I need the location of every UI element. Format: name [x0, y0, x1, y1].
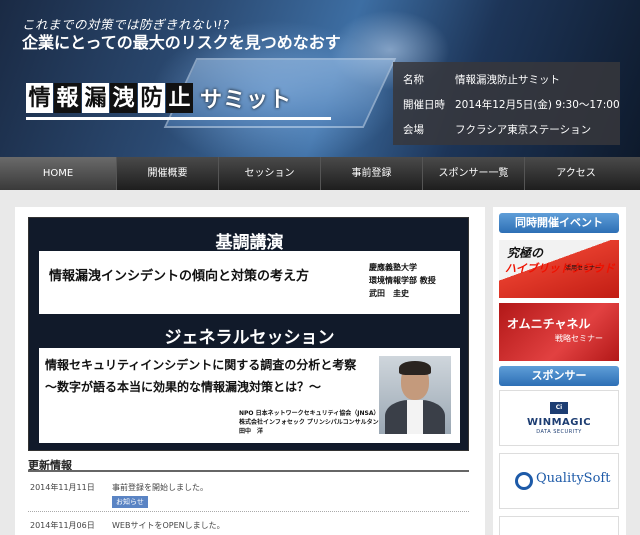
speaker-line: 武田 圭史 — [369, 289, 409, 298]
news-date: 2014年11月11日 — [30, 483, 95, 492]
title-line: 情報セキュリティインシデントに関する調査の分析と考察 — [45, 358, 357, 372]
logo-char: 防 — [138, 83, 165, 113]
banner-text: 戦略セミナー — [555, 334, 603, 343]
speaker-line: 環境情報学部 教授 — [369, 276, 436, 285]
logo-char: 洩 — [110, 83, 137, 113]
logo-kana: サミット — [200, 88, 293, 113]
banner-text: 活用セミナー — [565, 265, 602, 272]
info-label: 開催日時 — [403, 99, 445, 111]
speaker-name: 田中 洋 — [239, 428, 264, 435]
news-date: 2014年11月06日 — [30, 521, 95, 530]
info-value: フクラシア東京ステーション — [455, 124, 592, 136]
logo-char: 漏 — [82, 83, 109, 113]
omnichannel-seminar-banner[interactable]: オムニチャネル 戦略セミナー — [499, 303, 619, 361]
sponsor-name: WINMAGIC — [526, 417, 592, 428]
winmagic-icon: Ci — [550, 402, 568, 414]
general-session-title: 情報セキュリティインシデントに関する調査の分析と考察 ～数字が語る本当に効果的な… — [45, 354, 356, 398]
winmagic-logo[interactable]: Ci WINMAGIC DATA SECURITY — [499, 390, 619, 446]
speaker-photo — [379, 356, 451, 434]
title-line: ～数字が語る本当に効果的な情報漏洩対策とは？～ — [45, 380, 322, 394]
sponsor-sub: DATA SECURITY — [536, 429, 582, 435]
divider — [28, 470, 469, 472]
general-session-heading: ジェネラルセッション — [164, 328, 335, 348]
speaker-title: 株式会社インフォセック プリンシパルコンサルタント — [239, 419, 385, 426]
sponsor-heading: スポンサー — [499, 366, 619, 386]
nav-item-register[interactable]: 事前登録 — [321, 157, 423, 190]
logo-char: 止 — [166, 83, 193, 113]
logo-char: 情 — [26, 83, 53, 113]
nav-item-home[interactable]: HOME — [0, 157, 117, 190]
news-badge: お知らせ — [112, 496, 148, 508]
sessions-banner[interactable]: 基調講演 情報漏洩インシデントの傾向と対策の考え方 慶應義塾大学 環境情報学部 … — [28, 217, 469, 451]
info-label: 会場 — [403, 124, 424, 136]
event-info-box: 名称 情報漏洩防止サミット 開催日時 2014年12月5日(金) 9:30～17… — [393, 62, 620, 145]
keynote-heading: 基調講演 — [215, 233, 284, 253]
nav-item-access[interactable]: アクセス — [525, 157, 627, 190]
speaker-line: 慶應義塾大学 — [369, 263, 417, 272]
info-value: 2014年12月5日(金) 9:30～17:00 — [455, 99, 620, 111]
keynote-title: 情報漏洩インシデントの傾向と対策の考え方 — [49, 269, 310, 284]
keynote-box: 情報漏洩インシデントの傾向と対策の考え方 慶應義塾大学 環境情報学部 教授 武田… — [39, 251, 460, 314]
qualitysoft-logo[interactable]: QualitySoft — [499, 453, 619, 509]
site-logo[interactable]: 情 報 漏 洩 防 止 サミット — [26, 82, 292, 114]
nav-item-overview[interactable]: 開催概要 — [117, 157, 219, 190]
main-nav: HOME 開催概要 セッション 事前登録 スポンサー一覧 アクセス — [0, 157, 640, 190]
header-banner: これまでの対策では防ぎきれない!? 企業にとっての最大のリスクを見つめなおす 情… — [0, 0, 640, 157]
logo-underline — [26, 117, 331, 120]
general-session-box: 情報セキュリティインシデントに関する調査の分析と考察 ～数字が語る本当に効果的な… — [39, 348, 460, 443]
divider — [28, 511, 469, 512]
events-heading: 同時開催イベント — [499, 213, 619, 233]
news-text[interactable]: 事前登録を開始しました。 — [112, 482, 208, 493]
info-label: 名称 — [403, 74, 424, 86]
keynote-speaker: 慶應義塾大学 環境情報学部 教授 武田 圭史 — [369, 261, 436, 300]
news-text[interactable]: WEBサイトをOPENしました。 — [112, 520, 225, 531]
sponsor-name: QualitySoft — [536, 471, 611, 486]
info-value: 情報漏洩防止サミット — [455, 74, 560, 86]
sponsor-logo-partial[interactable] — [499, 516, 619, 535]
logo-char: 報 — [54, 83, 81, 113]
qualitysoft-icon — [515, 472, 533, 490]
banner-text: オムニチャネル — [507, 317, 591, 331]
header-subtagline: 企業にとっての最大のリスクを見つめなおす — [22, 33, 341, 52]
banner-text: 究極の — [507, 246, 544, 260]
nav-item-sponsors[interactable]: スポンサー一覧 — [423, 157, 525, 190]
nav-item-sessions[interactable]: セッション — [219, 157, 321, 190]
sidebar: 同時開催イベント 究極の ハイブリッドクラウド 活用セミナー オムニチャネル 戦… — [493, 207, 626, 535]
main-content: 基調講演 情報漏洩インシデントの傾向と対策の考え方 慶應義塾大学 環境情報学部 … — [15, 207, 485, 535]
speaker-org: NPO 日本ネットワークセキュリティ協会（JNSA） — [239, 410, 380, 417]
hybrid-cloud-seminar-banner[interactable]: 究極の ハイブリッドクラウド 活用セミナー — [499, 240, 619, 298]
